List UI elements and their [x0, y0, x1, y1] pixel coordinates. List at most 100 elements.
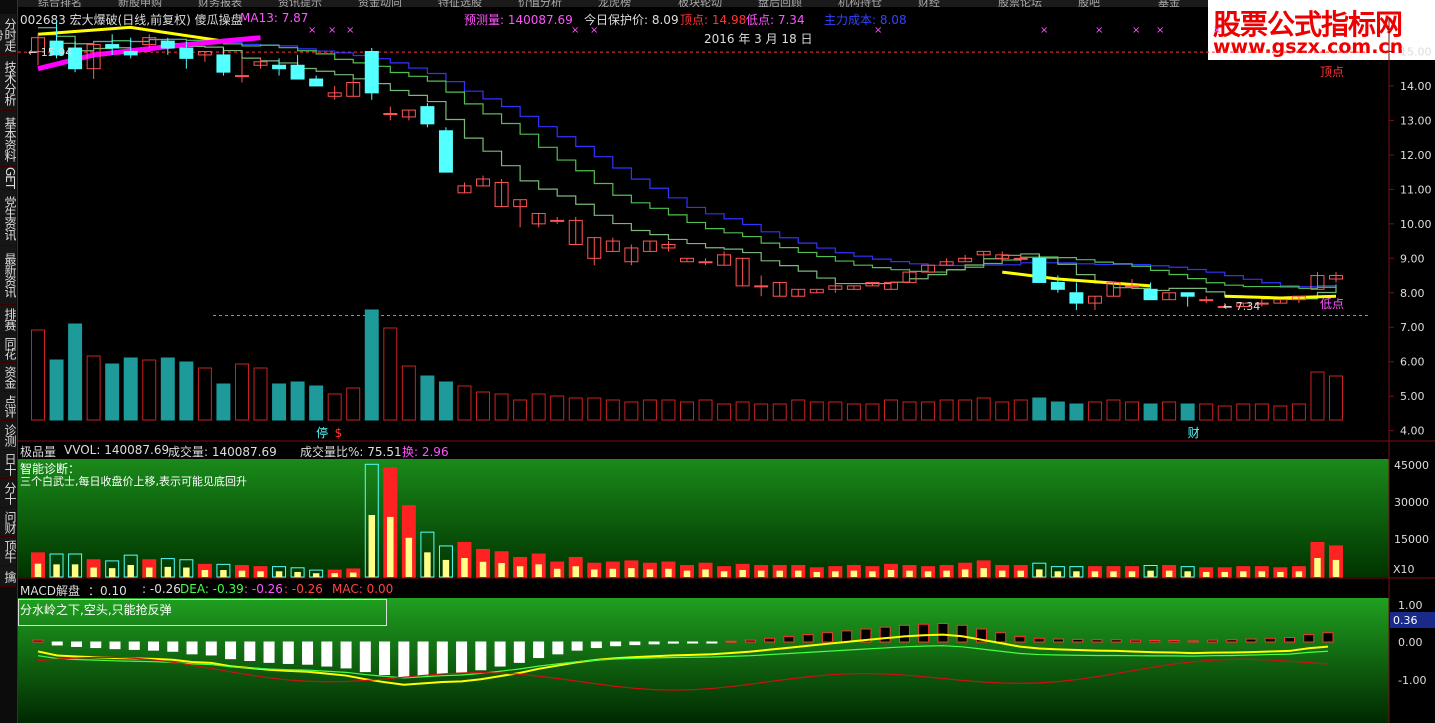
- candle-body: [290, 64, 305, 80]
- vol2-inner: [498, 563, 505, 577]
- diagnosis-note: 三个白武士,每日收盘价上移,表示可能见底回升: [20, 475, 247, 488]
- vol2-inner: [257, 571, 264, 577]
- macd-bar: [398, 641, 410, 678]
- sidebar-tab[interactable]: 顶牛: [0, 537, 16, 566]
- candle-body: [105, 44, 120, 49]
- sidebar-tab[interactable]: 分时走势: [0, 14, 16, 55]
- sidebar-tab[interactable]: 同花: [0, 334, 16, 363]
- sidebar-tab[interactable]: 技术分析: [0, 55, 16, 111]
- vol2-inner: [1184, 571, 1191, 577]
- macd-bar: [1226, 639, 1238, 643]
- volume-bar: [1143, 403, 1158, 421]
- macd-bar: [128, 641, 140, 650]
- macd-value-1: ：0.10: [88, 584, 127, 598]
- volume-bar: [717, 403, 732, 421]
- macd-axis-label: -1.00: [1398, 674, 1426, 687]
- volume-bar: [1125, 401, 1140, 421]
- candle-body: [309, 78, 324, 87]
- vol2-inner: [776, 570, 783, 577]
- price-axis-label: 5.00: [1400, 390, 1425, 403]
- sidebar-tab[interactable]: 分十: [0, 479, 16, 508]
- macd-bar: [244, 641, 256, 661]
- price-axis-label: 8.00: [1400, 287, 1425, 300]
- volume-bar: [605, 399, 620, 421]
- volume-bar: [642, 399, 657, 421]
- vol2-inner: [980, 568, 987, 577]
- sidebar-tab[interactable]: GET: [0, 167, 16, 190]
- sidebar-tab[interactable]: 点评: [0, 392, 16, 421]
- ma-line: [38, 27, 1337, 288]
- macd-bar: [1283, 637, 1295, 643]
- vol2-inner: [331, 573, 338, 577]
- vol2-inner: [1295, 571, 1303, 577]
- sidebar-tab[interactable]: 基本资料: [0, 111, 16, 167]
- sidebar-tab[interactable]: 党生资讯: [0, 190, 16, 246]
- macd-bar: [802, 634, 814, 643]
- sidebar-tab[interactable]: 擒: [0, 566, 16, 587]
- volume-bar: [883, 399, 898, 421]
- macd-bar: [1091, 639, 1103, 643]
- volume-bar: [105, 363, 120, 421]
- sidebar-tab[interactable]: 资金: [0, 363, 16, 392]
- vol2-inner: [1147, 570, 1154, 577]
- macd-bar: [456, 641, 468, 673]
- volume-bar: [661, 399, 676, 421]
- volume-bar: [457, 385, 472, 421]
- volume-bar: [921, 401, 936, 421]
- candle-body: [420, 106, 435, 125]
- macd-bar: [667, 641, 679, 644]
- vol2-inner: [665, 568, 672, 577]
- sidebar-tab[interactable]: 诊测: [0, 421, 16, 450]
- vol2-inner: [368, 515, 376, 577]
- sidebar-tab[interactable]: 排赛: [0, 305, 16, 334]
- macd-bar: [744, 639, 756, 643]
- candle-body: [160, 40, 175, 49]
- vol2-inner: [405, 537, 413, 577]
- volume-bar: [568, 397, 583, 421]
- vol2-inner: [201, 570, 209, 577]
- volume-bar: [976, 397, 991, 421]
- macd-bar: [725, 640, 737, 643]
- vol2-inner: [1221, 571, 1228, 577]
- candle-body: [272, 64, 287, 70]
- volume-bar: [958, 399, 973, 421]
- vol2-inner: [53, 564, 60, 577]
- price-axis-label: 12.00: [1400, 149, 1432, 162]
- vol2-inner: [813, 571, 821, 577]
- candle-body: [754, 285, 769, 288]
- vol2-inner: [387, 516, 394, 577]
- sidebar-tab[interactable]: 日十: [0, 450, 16, 479]
- macd-value-3: : -0.26: [244, 582, 283, 596]
- vol-axis-label: 30000: [1394, 496, 1429, 509]
- vol2-inner: [591, 569, 598, 577]
- volume-bar: [234, 363, 249, 421]
- vol2-inner: [702, 569, 709, 577]
- macd-name: MACD解盘: [20, 584, 80, 598]
- volume-bar: [1236, 403, 1251, 421]
- volume-bar: [1106, 399, 1121, 421]
- macd-bar: [513, 641, 525, 663]
- candle-body: [550, 219, 565, 222]
- left-sidebar: 分时走势技术分析基本资料GET党生资讯最新资讯排赛同花资金点评诊测日十分十问财顶…: [0, 0, 18, 723]
- macd-bar: [610, 641, 622, 647]
- volume-bar: [902, 401, 917, 421]
- vol2-inner: [646, 569, 654, 577]
- macd-value-2: : -0.26: [142, 582, 181, 596]
- macd-bar: [1264, 637, 1276, 643]
- vol2-inner: [71, 564, 79, 577]
- macd-bar: [1245, 638, 1257, 643]
- vol2-inner: [127, 564, 134, 577]
- volume-bar: [179, 361, 194, 421]
- candle-body: [234, 75, 249, 78]
- sidebar-tab[interactable]: 问财: [0, 508, 16, 537]
- vol2-inner: [275, 571, 283, 577]
- volume-bar: [939, 399, 954, 421]
- sidebar-tab[interactable]: 最新资讯: [0, 246, 16, 305]
- macd-bar: [918, 623, 930, 643]
- top-mark: ×: [1132, 25, 1140, 36]
- candle-body: [1069, 292, 1084, 304]
- volume-bar: [309, 385, 324, 421]
- volume-bar: [476, 391, 491, 421]
- volume-bar: [494, 393, 509, 421]
- price-axis-label: 6.00: [1400, 356, 1425, 369]
